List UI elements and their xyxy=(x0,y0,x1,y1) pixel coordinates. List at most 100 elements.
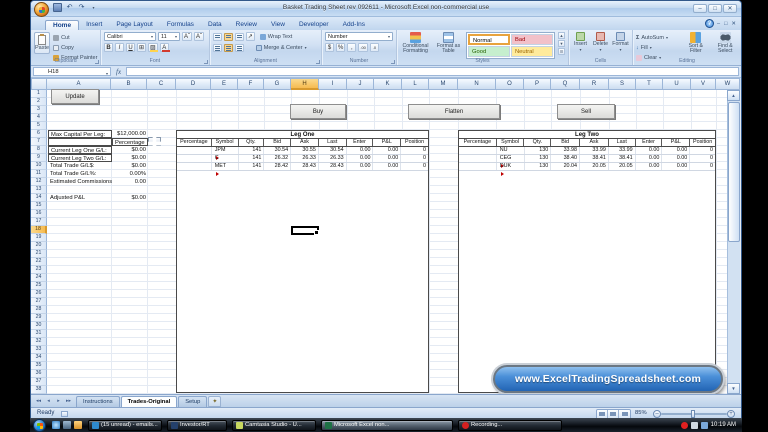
number-dialog-launcher-icon[interactable] xyxy=(391,60,395,64)
maximize-button[interactable]: □ xyxy=(708,4,722,13)
row-header-34[interactable]: 34 xyxy=(31,354,47,362)
column-header-K[interactable]: K xyxy=(374,78,402,90)
increase-decimal-icon[interactable]: .00 xyxy=(358,43,368,52)
alignment-dialog-launcher-icon[interactable] xyxy=(316,60,320,64)
row-header-15[interactable]: 15 xyxy=(31,202,47,210)
bold-icon[interactable]: B xyxy=(104,43,113,52)
column-header-U[interactable]: U xyxy=(663,78,691,90)
column-header-T[interactable]: T xyxy=(636,78,663,90)
column-header-V[interactable]: V xyxy=(691,78,716,90)
taskbar-button-1[interactable]: (15 unread) - emails... xyxy=(88,420,162,431)
row-header-17[interactable]: 17 xyxy=(31,218,47,226)
start-button[interactable] xyxy=(33,419,46,432)
worksheet-grid[interactable] xyxy=(47,90,742,394)
align-right-icon[interactable] xyxy=(235,44,244,52)
tab-review[interactable]: Review xyxy=(229,20,264,30)
align-center-icon[interactable] xyxy=(224,44,233,52)
row-header-16[interactable]: 16 xyxy=(31,210,47,218)
number-format-combo[interactable]: Number▾ xyxy=(325,32,393,41)
gallery-more-icon[interactable]: ☰ xyxy=(558,48,565,55)
taskbar-button-5[interactable]: Recording... xyxy=(458,420,562,431)
row-header-8[interactable]: 8 xyxy=(31,146,47,154)
minimize-button[interactable]: – xyxy=(693,4,707,13)
vertical-scrollbar[interactable]: ▲ ▼ xyxy=(727,90,740,394)
row-header-4[interactable]: 4 xyxy=(31,114,47,122)
font-dialog-launcher-icon[interactable] xyxy=(204,60,208,64)
wrap-text-button[interactable]: Wrap Text xyxy=(260,32,293,41)
column-header-D[interactable]: D xyxy=(176,78,211,90)
align-bottom-icon[interactable] xyxy=(235,33,244,41)
comma-style-icon[interactable]: , xyxy=(347,43,356,52)
accounting-format-icon[interactable]: $ xyxy=(325,43,334,52)
column-header-A[interactable]: A xyxy=(47,78,111,90)
row-header-26[interactable]: 26 xyxy=(31,290,47,298)
page-break-view-icon[interactable] xyxy=(619,410,630,418)
tab-formulas[interactable]: Formulas xyxy=(160,20,201,30)
first-sheet-icon[interactable]: ◂◂ xyxy=(34,398,43,404)
vertical-scroll-thumb[interactable] xyxy=(728,102,740,242)
row-header-3[interactable]: 3 xyxy=(31,106,47,114)
macro-record-icon[interactable] xyxy=(61,411,68,417)
row-header-22[interactable]: 22 xyxy=(31,258,47,266)
shrink-font-icon[interactable]: Aˇ xyxy=(194,32,204,41)
prev-sheet-icon[interactable]: ◂ xyxy=(44,398,53,404)
column-header-J[interactable]: J xyxy=(347,78,374,90)
row-header-6[interactable]: 6 xyxy=(31,130,47,138)
conditional-formatting-button[interactable]: Conditional Formatting xyxy=(400,32,431,55)
row-header-1[interactable]: 1 xyxy=(31,90,47,98)
column-header-S[interactable]: S xyxy=(609,78,636,90)
cut-button[interactable]: Cut xyxy=(53,33,97,42)
workbook-restore-button[interactable]: □ xyxy=(723,21,728,27)
column-header-Q[interactable]: Q xyxy=(551,78,580,90)
row-header-5[interactable]: 5 xyxy=(31,122,47,130)
insert-worksheet-icon[interactable]: ✦ xyxy=(208,396,221,407)
row-header-32[interactable]: 32 xyxy=(31,338,47,346)
row-header-25[interactable]: 25 xyxy=(31,282,47,290)
taskbar-button-2[interactable]: Investor/RT xyxy=(167,420,227,431)
formula-input[interactable] xyxy=(126,67,739,76)
row-header-37[interactable]: 37 xyxy=(31,378,47,386)
tab-home[interactable]: Home xyxy=(45,20,79,30)
zoom-thumb[interactable] xyxy=(691,410,695,418)
row-header-18[interactable]: 18 xyxy=(31,226,47,234)
row-header-13[interactable]: 13 xyxy=(31,186,47,194)
row-header-23[interactable]: 23 xyxy=(31,266,47,274)
normal-view-icon[interactable] xyxy=(597,410,608,418)
align-left-icon[interactable] xyxy=(213,44,222,52)
tab-page-layout[interactable]: Page Layout xyxy=(109,20,160,30)
underline-icon[interactable]: U xyxy=(126,43,135,52)
zoom-out-icon[interactable]: – xyxy=(653,410,661,418)
sheet-tab-setup[interactable]: Setup xyxy=(178,396,207,407)
row-header-20[interactable]: 20 xyxy=(31,242,47,250)
page-layout-view-icon[interactable] xyxy=(608,410,619,418)
zoom-slider[interactable]: – + xyxy=(653,410,735,418)
format-as-table-button[interactable]: Format as Table xyxy=(433,32,464,55)
column-header-C[interactable]: C xyxy=(147,78,176,90)
column-header-E[interactable]: E xyxy=(211,78,238,90)
quick-launch-icon-3[interactable] xyxy=(74,421,82,429)
row-header-19[interactable]: 19 xyxy=(31,234,47,242)
zoom-level[interactable]: 85% xyxy=(635,410,647,416)
tab-view[interactable]: View xyxy=(264,20,292,30)
copy-button[interactable]: Copy xyxy=(53,43,97,52)
select-all-corner[interactable] xyxy=(31,78,47,90)
tab-developer[interactable]: Developer xyxy=(292,20,336,30)
help-icon[interactable]: ? xyxy=(705,19,714,28)
decrease-decimal-icon[interactable]: .0 xyxy=(370,43,379,52)
style-good[interactable]: Good xyxy=(468,46,510,57)
insert-function-icon[interactable]: fx xyxy=(113,68,124,76)
row-header-14[interactable]: 14 xyxy=(31,194,47,202)
tab-insert[interactable]: Insert xyxy=(79,20,109,30)
align-middle-icon[interactable] xyxy=(224,33,233,41)
style-neutral[interactable]: Neutral xyxy=(511,46,553,57)
column-header-P[interactable]: P xyxy=(524,78,551,90)
sheet-tab-trades-original[interactable]: Trades-Original xyxy=(121,396,178,407)
quick-launch-icon-1[interactable] xyxy=(52,421,60,429)
row-header-9[interactable]: 9 xyxy=(31,154,47,162)
network-icon[interactable] xyxy=(691,422,698,429)
quick-launch-icon-2[interactable] xyxy=(63,421,71,429)
autosum-button[interactable]: ΣAutoSum▾ xyxy=(636,33,679,42)
column-header-F[interactable]: F xyxy=(238,78,264,90)
tab-add-ins[interactable]: Add-Ins xyxy=(336,20,372,30)
borders-icon[interactable]: ⊞ xyxy=(137,43,146,52)
